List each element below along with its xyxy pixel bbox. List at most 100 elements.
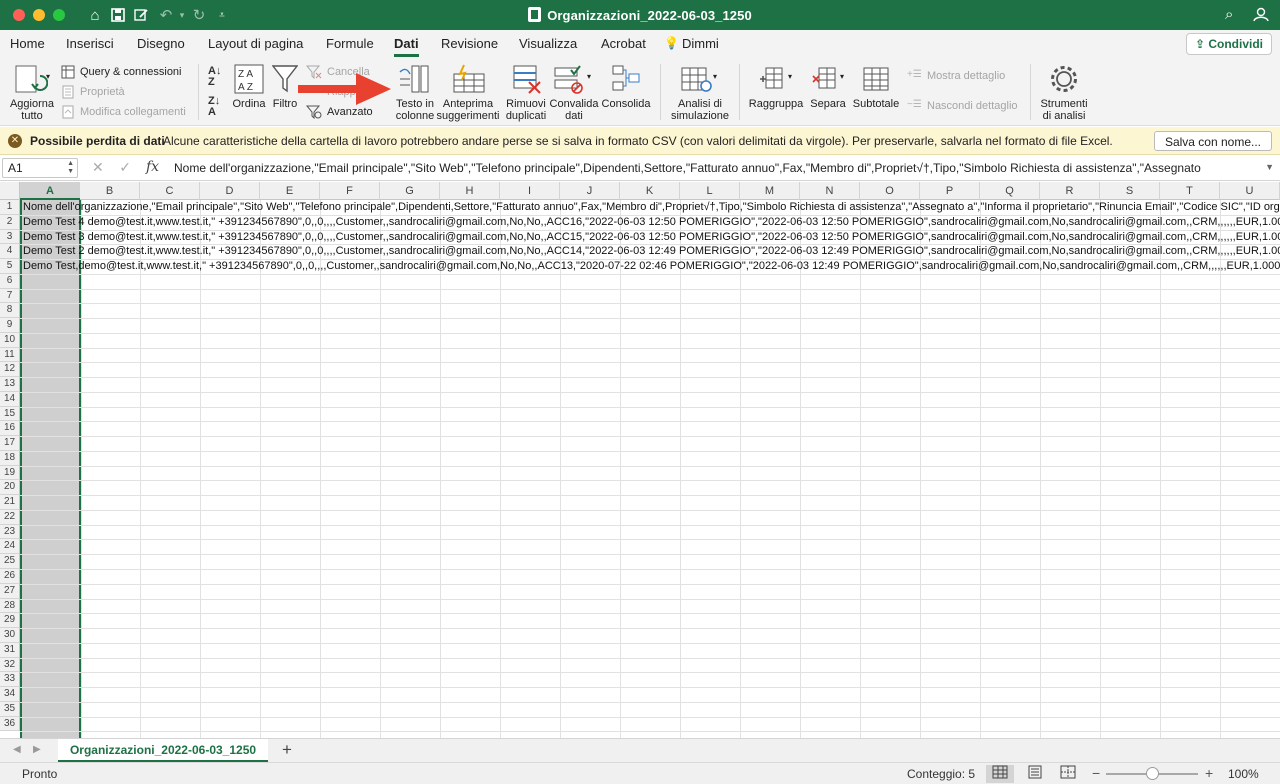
row-header[interactable]: 9 <box>0 318 20 333</box>
column-header-j[interactable]: J <box>560 182 620 200</box>
row-header[interactable]: 22 <box>0 509 20 525</box>
what-if-analysis-button[interactable]: Analisi di simulazione <box>668 98 732 122</box>
zoom-level[interactable]: 100% <box>1228 767 1259 781</box>
row-header[interactable]: 35 <box>0 701 20 717</box>
row-header[interactable]: 36 <box>0 716 20 732</box>
column-header-r[interactable]: R <box>1040 182 1100 200</box>
edit-links-button[interactable]: Modifica collegamenti <box>80 106 186 119</box>
cell-row-3[interactable]: Demo Test 3 demo@test.it,www.test.it," +… <box>23 230 1280 244</box>
row-header[interactable]: 19 <box>0 465 20 481</box>
column-header-l[interactable]: L <box>680 182 740 200</box>
column-header-e[interactable]: E <box>260 182 320 200</box>
row-header[interactable]: 17 <box>0 436 20 451</box>
remove-duplicates-button[interactable]: Rimuovi duplicati <box>504 98 548 122</box>
column-header-h[interactable]: H <box>440 182 500 200</box>
analysis-tools-button[interactable]: Strumenti di analisi <box>1036 98 1092 122</box>
row-header[interactable]: 31 <box>0 642 20 658</box>
refresh-dropdown-icon[interactable]: ▾ <box>46 72 50 81</box>
refresh-all-button[interactable]: Aggiorna tutto <box>6 98 58 122</box>
search-icon[interactable]: ⌕ <box>1225 6 1233 23</box>
tab-disegno[interactable]: Disegno <box>137 36 185 51</box>
hide-detail-button[interactable]: Nascondi dettaglio <box>927 100 1018 113</box>
sheet-tab[interactable]: Organizzazioni_2022-06-03_1250 <box>58 739 268 762</box>
name-box-stepper-icon[interactable]: ▲ ▼ <box>67 160 74 176</box>
row-header[interactable]: 33 <box>0 672 20 688</box>
zoom-slider-handle[interactable] <box>1146 767 1159 780</box>
group-dropdown-icon[interactable]: ▾ <box>788 72 792 81</box>
next-sheet-icon[interactable]: ▶ <box>33 744 41 755</box>
column-header-a[interactable]: A <box>20 182 81 200</box>
page-break-view-icon[interactable] <box>1054 765 1082 783</box>
page-layout-view-icon[interactable] <box>1021 765 1049 783</box>
row-header[interactable]: 1 <box>0 200 20 215</box>
row-header[interactable]: 5 <box>0 259 20 274</box>
column-header-d[interactable]: D <box>200 182 260 200</box>
column-header-q[interactable]: Q <box>980 182 1040 200</box>
column-header-t[interactable]: T <box>1160 182 1220 200</box>
row-header[interactable]: 21 <box>0 495 20 510</box>
tab-dati[interactable]: Dati <box>394 36 419 57</box>
row-header[interactable]: 10 <box>0 332 20 348</box>
row-header[interactable]: 24 <box>0 539 20 555</box>
row-header[interactable]: 27 <box>0 583 20 599</box>
column-header-i[interactable]: I <box>500 182 560 200</box>
row-header[interactable]: 11 <box>0 347 20 363</box>
add-sheet-icon[interactable]: + <box>282 740 292 760</box>
zoom-out-icon[interactable]: − <box>1092 765 1100 781</box>
sort-button[interactable]: Ordina <box>230 98 268 110</box>
ungroup-dropdown-icon[interactable]: ▾ <box>840 72 844 81</box>
row-header[interactable]: 8 <box>0 303 20 319</box>
tab-dimmi[interactable]: Dimmi <box>682 36 719 51</box>
column-header-s[interactable]: S <box>1100 182 1160 200</box>
column-header-n[interactable]: N <box>800 182 860 200</box>
warning-close-icon[interactable]: ✕ <box>8 134 22 148</box>
select-all-corner[interactable] <box>0 182 20 200</box>
row-header[interactable]: 14 <box>0 391 20 407</box>
text-to-columns-button[interactable]: Testo in colonne <box>390 98 440 122</box>
flash-fill-button[interactable]: Anteprima suggerimenti <box>436 98 500 122</box>
properties-button[interactable]: Proprietà <box>80 86 125 99</box>
row-header[interactable]: 25 <box>0 554 20 569</box>
share-button[interactable]: ⇪ Condividi <box>1185 33 1272 55</box>
consolidate-button[interactable]: Consolida <box>600 98 652 110</box>
tab-revisione[interactable]: Revisione <box>441 36 498 51</box>
row-header[interactable]: 18 <box>0 450 20 466</box>
cancel-entry-icon[interactable]: ✕ <box>92 159 104 175</box>
formula-input[interactable]: Nome dell'organizzazione,"Email principa… <box>174 161 1264 175</box>
tab-acrobat[interactable]: Acrobat <box>601 36 646 51</box>
row-header[interactable]: 4 <box>0 244 20 260</box>
subtotal-button[interactable]: Subtotale <box>850 98 902 110</box>
cell-row-4[interactable]: Demo Test 2 demo@test.it,www.test.it," +… <box>23 244 1280 258</box>
filter-button[interactable]: Filtro <box>268 98 302 110</box>
prev-sheet-icon[interactable]: ◀ <box>13 744 21 755</box>
spreadsheet-grid[interactable]: A B C D E F G H I J K L M N O P Q R S T U 1 2 3 4 5 6 7 8 9 10 11 12 13 14… <box>0 182 1280 738</box>
row-header[interactable]: 20 <box>0 480 20 496</box>
row-header[interactable]: 28 <box>0 598 20 614</box>
normal-view-icon[interactable] <box>986 765 1014 783</box>
name-box[interactable]: A1 ▲ ▼ <box>2 158 78 178</box>
query-connections-button[interactable]: Query & connessioni <box>80 66 182 79</box>
column-header-f[interactable]: F <box>320 182 380 200</box>
save-as-button[interactable]: Salva con nome... <box>1153 131 1272 151</box>
column-header-u[interactable]: U <box>1220 182 1280 200</box>
row-header[interactable]: 30 <box>0 628 20 643</box>
sort-za-icon[interactable]: Z↓ A <box>208 96 220 118</box>
show-detail-button[interactable]: Mostra dettaglio <box>927 70 1005 83</box>
tab-inserisci[interactable]: Inserisci <box>66 36 114 51</box>
ungroup-button[interactable]: Separa <box>806 98 850 110</box>
column-header-k[interactable]: K <box>620 182 680 200</box>
confirm-entry-icon[interactable]: ✓ <box>119 159 131 175</box>
column-header-c[interactable]: C <box>140 182 200 200</box>
what-if-dropdown-icon[interactable]: ▾ <box>713 72 717 81</box>
expand-formula-bar-icon[interactable]: ▼ <box>1265 162 1274 172</box>
cell-row-1[interactable]: Nome dell'organizzazione,"Email principa… <box>23 200 1280 214</box>
tab-home[interactable]: Home <box>10 36 45 51</box>
row-header[interactable]: 7 <box>0 288 20 304</box>
row-header[interactable]: 3 <box>0 229 20 245</box>
column-header-b[interactable]: B <box>80 182 140 200</box>
row-header[interactable]: 29 <box>0 613 20 629</box>
column-header-g[interactable]: G <box>380 182 440 200</box>
sort-az-icon[interactable]: A↓ Z <box>208 66 221 88</box>
row-header[interactable]: 6 <box>0 273 20 289</box>
column-header-p[interactable]: P <box>920 182 980 200</box>
